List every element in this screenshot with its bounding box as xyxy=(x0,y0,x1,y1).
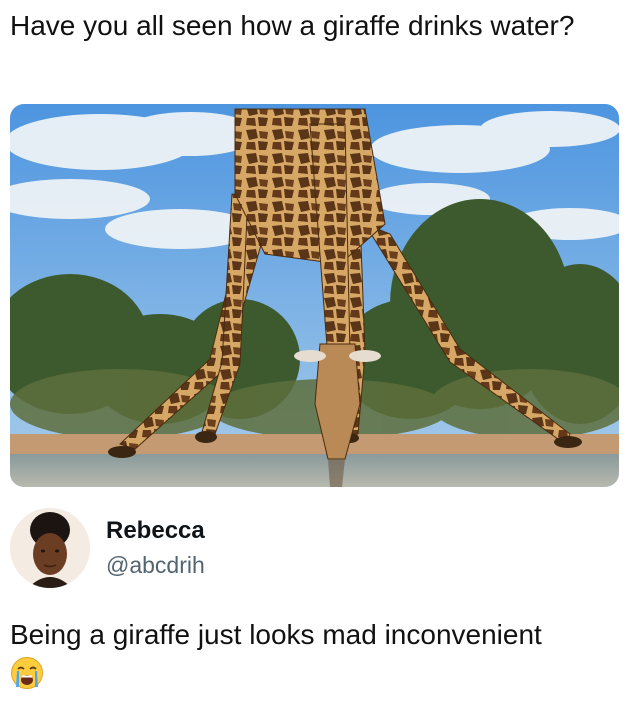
avatar[interactable] xyxy=(10,508,90,588)
tweet-text: Being a giraffe just looks mad inconveni… xyxy=(10,619,542,650)
giraffe-drinking-image xyxy=(10,104,619,487)
post-caption: Have you all seen how a giraffe drinks w… xyxy=(10,10,575,41)
giraffe-photo[interactable] xyxy=(10,104,619,487)
user-handle[interactable]: @abcdrih xyxy=(106,552,205,579)
loudly-crying-face-icon xyxy=(10,656,44,690)
profile-photo-icon xyxy=(10,508,90,588)
display-name[interactable]: Rebecca xyxy=(106,517,205,545)
